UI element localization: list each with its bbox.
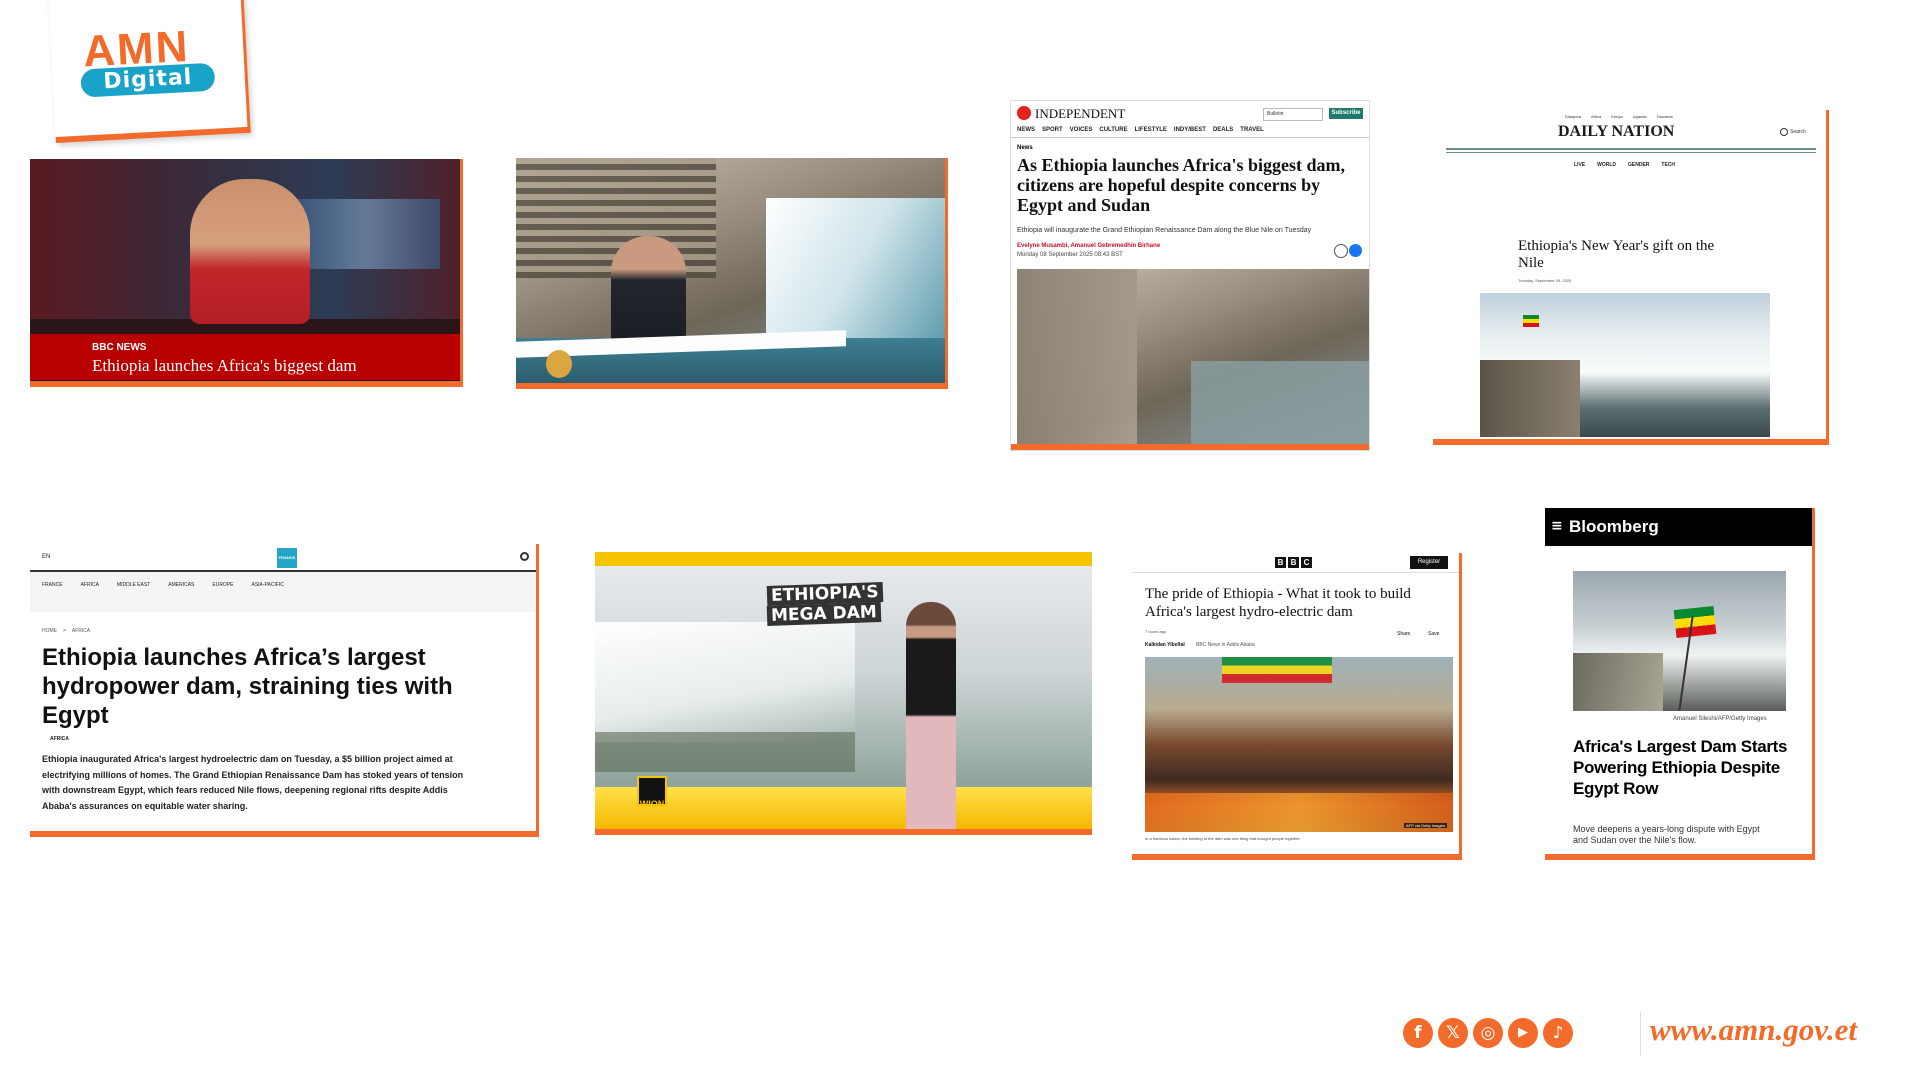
share-button[interactable]: Share	[1397, 631, 1410, 637]
register-button[interactable]: Register	[1410, 556, 1448, 569]
topnav-item[interactable]: Diaspora	[1565, 114, 1581, 119]
subnav-item[interactable]: TECH	[1661, 162, 1675, 168]
article-standfirst: Ethiopia will inaugurate the Grand Ethio…	[1017, 227, 1312, 234]
bbc-logo-letter: B	[1288, 557, 1299, 568]
topnav-item[interactable]: Uganda	[1633, 114, 1647, 119]
breadcrumb: HOME > AFRICA	[42, 628, 90, 634]
section-label: News	[1017, 145, 1033, 151]
logo-subtitle: Digital	[80, 62, 216, 98]
nav-item[interactable]: INDY/BEST	[1174, 127, 1206, 133]
article-dek: Move deepens a years-long dispute with E…	[1573, 824, 1760, 845]
topnav-item[interactable]: Tanzania	[1657, 114, 1673, 119]
search-icon[interactable]	[1780, 128, 1788, 136]
subnav-item[interactable]: LIVE	[1574, 162, 1585, 168]
independent-article-screenshot: INDEPENDENT Bulletin Subscribe NEWS SPOR…	[1010, 100, 1370, 451]
france24-logo: FRANCE 24	[277, 548, 297, 580]
article-headline: The pride of Ethiopia - What it took to …	[1145, 586, 1411, 620]
article-tag[interactable]: AFRICA	[50, 736, 69, 742]
article-headline: Africa's Largest Dam Starts Powering Eth…	[1573, 737, 1788, 798]
nav-item[interactable]: DEALS	[1213, 127, 1233, 133]
menu-icon[interactable]: ≡	[1551, 518, 1563, 534]
breadcrumb-home[interactable]: HOME	[42, 628, 57, 634]
article-authors: Evelyne Musambi, Amanuel Gebremedhin Bir…	[1017, 243, 1161, 249]
breadcrumb-section[interactable]: AFRICA	[72, 628, 90, 634]
settings-icon[interactable]	[520, 552, 529, 561]
nav-item[interactable]: FRANCE	[42, 582, 63, 588]
nav-item[interactable]: AMERICAS	[168, 582, 194, 588]
nav-item[interactable]: AFRICA	[81, 582, 99, 588]
instagram-icon[interactable]: ◎	[1473, 1018, 1503, 1048]
article-time: 7 hours ago	[1145, 629, 1167, 634]
nav-item[interactable]: CULTURE	[1099, 127, 1127, 133]
wion-logo: WION	[637, 776, 667, 809]
wion-title-line2: MEGA DAM	[766, 602, 882, 626]
facebook-icon[interactable]: f	[1403, 1018, 1433, 1048]
independent-nav: NEWS SPORT VOICES CULTURE LIFESTYLE INDY…	[1017, 127, 1264, 133]
nav-item[interactable]: VOICES	[1070, 127, 1093, 133]
x-icon[interactable]: 𝕏	[1438, 1018, 1468, 1048]
bookmark-icon[interactable]	[1334, 244, 1348, 258]
bbc-news-label: BBC NEWS	[92, 342, 147, 353]
nation-masthead: DAILY NATION	[1558, 123, 1675, 140]
bbc-logo-letter: B	[1275, 557, 1286, 568]
independent-masthead: INDEPENDENT	[1035, 106, 1126, 121]
nav-item[interactable]: SPORT	[1042, 127, 1063, 133]
independent-logo-icon	[1017, 106, 1031, 120]
youtube-icon[interactable]: ▶	[1508, 1018, 1538, 1048]
bbc-logo: B B C	[1275, 557, 1312, 568]
facebook-share-icon[interactable]	[1349, 244, 1362, 257]
studio-screens	[290, 199, 440, 269]
presenter	[190, 179, 310, 324]
aljazeera-tv-screenshot	[516, 158, 948, 389]
ethiopian-flag	[1673, 605, 1717, 639]
ethiopian-flag	[1523, 315, 1539, 327]
photo-caption: In a fractious nation, the building of t…	[1145, 836, 1300, 841]
website-url[interactable]: www.amn.gov.et	[1650, 1012, 1857, 1048]
language-selector[interactable]: EN	[42, 554, 50, 560]
bloomberg-article-screenshot: ≡ Bloomberg Amanuel Sileshi/AFP/Getty Im…	[1545, 508, 1815, 860]
presenter	[906, 602, 956, 835]
nav-item[interactable]: LIFESTYLE	[1135, 127, 1167, 133]
daily-nation-article-screenshot: Diaspora Africa Kenya Uganda Tanzania DA…	[1433, 110, 1829, 445]
bbc-logo-letter: C	[1301, 557, 1312, 568]
tiktok-icon[interactable]: ♪	[1543, 1018, 1573, 1048]
bloomberg-logo: Bloomberg	[1569, 517, 1659, 536]
wion-tv-screenshot: ETHIOPIA'S MEGA DAM WION	[595, 552, 1092, 835]
bbc-article-screenshot: B B C Register The pride of Ethiopia - W…	[1132, 553, 1462, 860]
article-date: Monday 08 September 2025 08:43 BST	[1017, 252, 1123, 258]
divider	[1640, 1012, 1641, 1056]
topnav-item[interactable]: Kenya	[1611, 114, 1622, 119]
nation-subnav: LIVE WORLD GENDER TECH	[1574, 162, 1675, 168]
nav-item[interactable]: ASIA-PACIFIC	[252, 582, 284, 588]
bbc-tv-caption: Ethiopia launches Africa's biggest dam	[92, 356, 357, 375]
nav-item[interactable]: TRAVEL	[1240, 127, 1264, 133]
nav-item[interactable]: NEWS	[1017, 127, 1035, 133]
topnav-item[interactable]: Africa	[1591, 114, 1601, 119]
save-button[interactable]: Save	[1428, 631, 1439, 637]
nation-topnav: Diaspora Africa Kenya Uganda Tanzania	[1565, 114, 1673, 119]
subnav-item[interactable]: GENDER	[1628, 162, 1649, 168]
article-headline: Ethiopia's New Year's gift on the Nile	[1518, 238, 1715, 271]
nav-item[interactable]: MIDDLE EAST	[117, 582, 150, 588]
article-author: Kalkidan Yibeltal	[1145, 642, 1185, 648]
search-label[interactable]: Search	[1790, 129, 1806, 135]
bbc-tv-screenshot: BBC NEWS Ethiopia launches Africa's bigg…	[30, 159, 463, 387]
france24-nav: FRANCE AFRICA MIDDLE EAST AMERICAS EUROP…	[42, 582, 284, 588]
subnav-item[interactable]: WORLD	[1597, 162, 1616, 168]
subscribe-button[interactable]: Subscribe	[1329, 108, 1363, 119]
article-author-role: BBC News in Addis Ababa	[1196, 642, 1255, 648]
france24-article-screenshot: EN FRANCE 24 FRANCE AFRICA MIDDLE EAST A…	[30, 544, 539, 837]
photo-credit: AFP via Getty Images	[1404, 823, 1447, 828]
article-body: Ethiopia inaugurated Africa's largest hy…	[42, 754, 464, 811]
amn-digital-logo[interactable]: AMN Digital	[48, 0, 251, 144]
nav-item[interactable]: EUROPE	[212, 582, 233, 588]
article-headline: As Ethiopia launches Africa's biggest da…	[1017, 155, 1346, 215]
presenter	[611, 236, 686, 346]
article-headline: Ethiopia launches Africa’s largest hydro…	[42, 644, 453, 729]
article-date: Tuesday, September 09, 2025	[1518, 278, 1572, 283]
breadcrumb-separator: >	[63, 628, 66, 634]
aljazeera-logo	[546, 350, 572, 378]
photo-credit: Amanuel Sileshi/AFP/Getty Images	[1673, 716, 1767, 722]
search-input[interactable]: Bulletin	[1263, 108, 1323, 121]
